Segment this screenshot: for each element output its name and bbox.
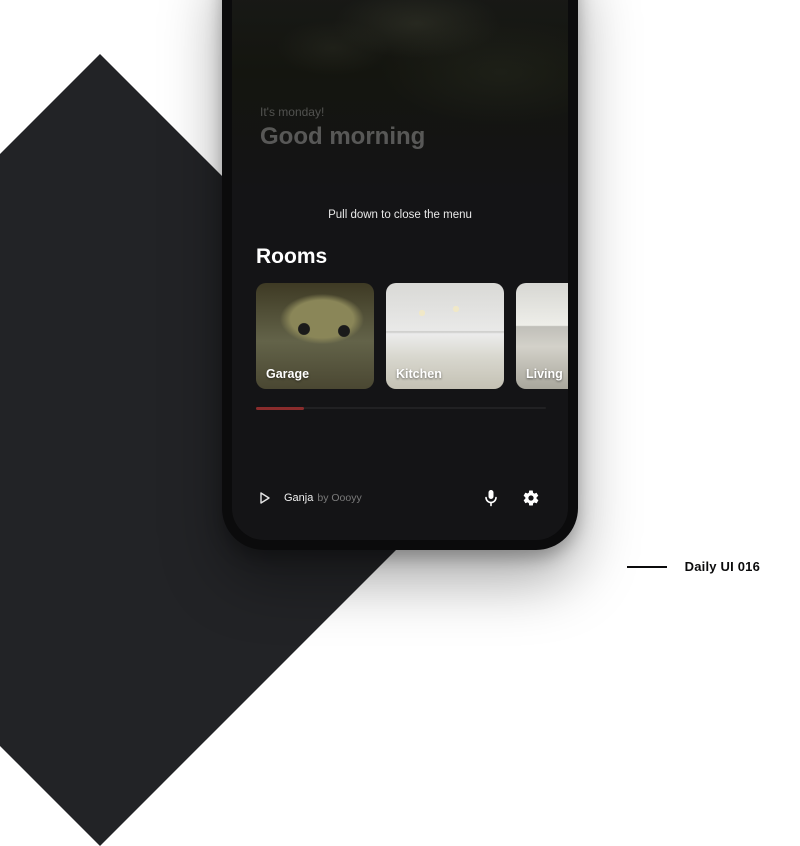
room-card-garage[interactable]: Garage [256, 283, 374, 389]
play-icon [260, 492, 270, 504]
carousel-scroll-thumb[interactable] [256, 407, 304, 410]
room-label: Garage [266, 367, 309, 381]
gear-icon [522, 489, 540, 507]
carousel-scroll-track [256, 407, 546, 409]
app-screen: It's monday! Good morning Pull down to c… [232, 0, 568, 540]
voice-button[interactable] [480, 487, 502, 509]
now-playing[interactable]: Ganja by Oooyy [284, 492, 362, 504]
pull-down-hint[interactable]: Pull down to close the menu [232, 195, 568, 245]
rooms-carousel[interactable]: Garage Kitchen Living [232, 283, 568, 389]
room-label: Living [526, 367, 563, 381]
now-playing-title: Ganja [284, 492, 313, 504]
now-playing-artist: by Oooyy [317, 492, 361, 504]
room-card-living[interactable]: Living [516, 283, 568, 389]
hero-section: It's monday! Good morning [232, 0, 568, 195]
hero-subtitle: It's monday! [260, 105, 425, 119]
phone-frame: It's monday! Good morning Pull down to c… [222, 0, 578, 550]
footer-label: Daily UI 016 [685, 559, 760, 574]
play-button[interactable] [258, 491, 272, 505]
room-label: Kitchen [396, 367, 442, 381]
bottom-bar: Ganja by Oooyy [232, 476, 568, 520]
page-footer: Daily UI 016 [627, 559, 760, 574]
microphone-icon [484, 489, 498, 507]
footer-line [627, 566, 667, 568]
rooms-heading: Rooms [232, 245, 568, 283]
settings-button[interactable] [520, 487, 542, 509]
hero-title: Good morning [260, 123, 425, 151]
hero-text-block: It's monday! Good morning [260, 105, 425, 151]
room-card-kitchen[interactable]: Kitchen [386, 283, 504, 389]
